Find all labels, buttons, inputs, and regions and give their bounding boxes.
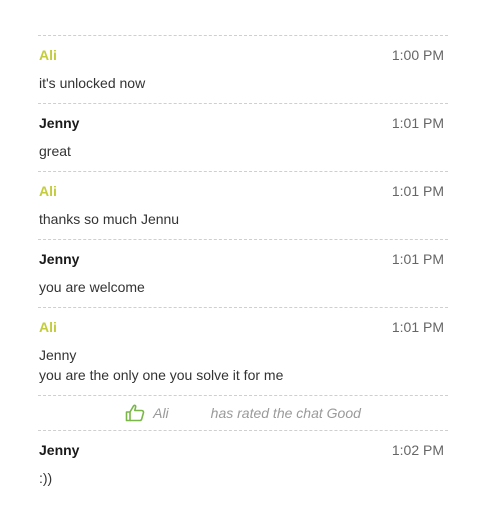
message-time: 1:01 PM [391,115,444,131]
message-time: 1:01 PM [391,319,444,335]
sender-name: Ali [39,47,57,63]
message-time: 1:00 PM [391,47,444,63]
chat-message: Jenny 1:01 PM great [38,104,448,171]
chat-transcript: Ali 1:00 PM it's unlocked now Jenny 1:01… [38,35,448,498]
message-text: you are the only one you solve it for me [39,367,284,383]
chat-message: Jenny 1:02 PM :)) [38,431,448,498]
sender-name: Jenny [39,115,80,131]
message-text: Jenny [39,347,77,363]
message-time: 1:01 PM [391,183,444,199]
sender-name: Jenny [39,251,80,267]
chat-rating-notice: Ali has rated the chat Good [38,396,448,430]
thumbs-up-icon [125,404,145,422]
message-text: you are welcome [39,279,145,295]
sender-name: Ali [39,319,57,335]
rating-text: has rated the chat Good [210,405,361,421]
message-text: thanks so much Jennu [39,211,180,227]
message-text: it's unlocked now [39,75,146,91]
message-time: 1:02 PM [391,442,444,458]
chat-message: Ali 1:01 PM thanks so much Jennu [38,172,448,239]
chat-message: Ali 1:00 PM it's unlocked now [38,36,448,103]
chat-message: Ali 1:01 PM Jenny you are the only one y… [38,308,448,395]
message-text: great [39,143,71,159]
message-time: 1:01 PM [391,251,444,267]
rating-user-name: Ali [153,405,169,421]
message-text: :)) [39,470,53,486]
chat-message: Jenny 1:01 PM you are welcome [38,240,448,307]
sender-name: Jenny [39,442,80,458]
sender-name: Ali [39,183,57,199]
